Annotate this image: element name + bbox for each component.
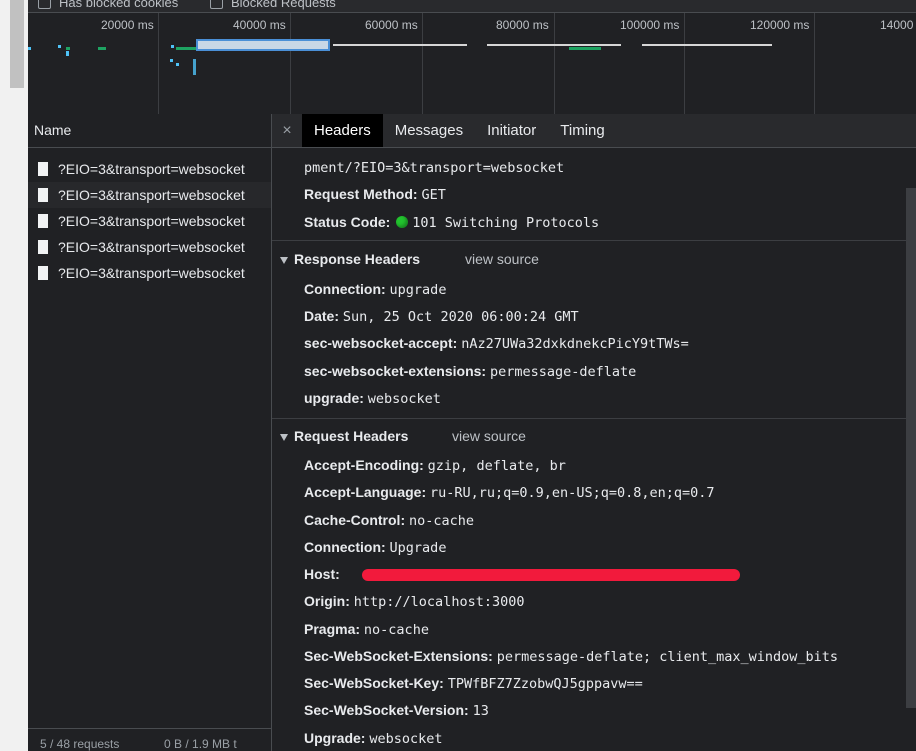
request-header-row: Connection: Upgrade <box>304 539 447 556</box>
response-header-row: upgrade: websocket <box>304 390 441 407</box>
timeline-mark <box>193 59 196 75</box>
tick-label: 120000 ms <box>750 18 810 32</box>
document-icon <box>38 214 48 228</box>
response-header-row: Date: Sun, 25 Oct 2020 06:00:24 GMT <box>304 308 579 325</box>
timeline-selection-bar[interactable] <box>196 39 330 51</box>
timeline-mark <box>28 47 31 50</box>
checkbox-icon <box>210 0 223 9</box>
details-scrollbar[interactable] <box>906 188 916 708</box>
timeline-mark <box>642 44 772 46</box>
request-url-tail: pment/?EIO=3&transport=websocket <box>304 160 565 176</box>
request-view-source-link[interactable]: view source <box>452 428 526 444</box>
tab-messages[interactable]: Messages <box>383 114 475 147</box>
request-header-row: Accept-Language: ru-RU,ru;q=0.9,en-US;q=… <box>304 484 715 501</box>
timeline-mark <box>333 44 467 46</box>
tick-label: 60000 ms <box>365 18 418 32</box>
request-header-row: Sec-WebSocket-Version: 13 <box>304 702 489 719</box>
document-icon <box>38 240 48 254</box>
request-row[interactable]: ?EIO=3&transport=websocket <box>28 208 271 234</box>
tick-label: 40000 ms <box>233 18 286 32</box>
tick-line <box>684 13 685 115</box>
header-value: 101 Switching Protocols <box>412 215 600 231</box>
response-header-row: sec-websocket-extensions: permessage-def… <box>304 363 637 380</box>
timeline-mark <box>569 47 601 50</box>
request-header-row: Host: <box>304 566 340 582</box>
response-header-row: Connection: upgrade <box>304 281 447 298</box>
status-code-row: Status Code: 101 Switching Protocols <box>304 214 599 231</box>
tick-line <box>554 13 555 115</box>
request-name: ?EIO=3&transport=websocket <box>58 239 245 255</box>
status-dot-icon <box>396 216 409 228</box>
tab-initiator[interactable]: Initiator <box>475 114 548 147</box>
triangle-down-icon <box>280 433 288 441</box>
request-row[interactable]: ?EIO=3&transport=websocket <box>28 234 271 260</box>
has-blocked-cookies-checkbox[interactable]: Has blocked cookies <box>38 0 178 10</box>
request-header-row: Sec-WebSocket-Extensions: permessage-def… <box>304 648 839 665</box>
request-header-row: Cache-Control: no-cache <box>304 512 475 529</box>
request-row[interactable]: ?EIO=3&transport=websocket <box>28 156 271 182</box>
document-icon <box>38 162 48 176</box>
request-name: ?EIO=3&transport=websocket <box>58 161 245 177</box>
filter-bar: Has blocked cookies Blocked Requests <box>28 0 916 12</box>
status-request-count: 5 / 48 requests <box>40 737 120 751</box>
response-view-source-link[interactable]: view source <box>465 251 539 267</box>
request-name: ?EIO=3&transport=websocket <box>58 187 245 203</box>
request-name: ?EIO=3&transport=websocket <box>58 265 245 281</box>
details-tabbar: × Headers Messages Initiator Timing <box>272 114 916 148</box>
tick-line <box>814 13 815 115</box>
name-column-header[interactable]: Name <box>28 114 271 148</box>
tick-label: 100000 ms <box>620 18 680 32</box>
network-overview-timeline[interactable]: 20000 ms 40000 ms 60000 ms 80000 ms 1000… <box>28 12 916 116</box>
blocked-requests-checkbox[interactable]: Blocked Requests <box>210 0 336 10</box>
timeline-mark <box>171 45 174 48</box>
document-icon <box>38 188 48 202</box>
page-scrollbar-thumb[interactable] <box>10 0 24 88</box>
triangle-down-icon <box>280 256 288 264</box>
timeline-mark <box>66 47 70 50</box>
checkbox-icon <box>38 0 51 9</box>
request-list-panel: Name ?EIO=3&transport=websocket ?EIO=3&t… <box>28 114 272 751</box>
document-icon <box>38 266 48 280</box>
tick-line <box>158 13 159 115</box>
timeline-mark <box>66 51 69 56</box>
request-headers-toggle[interactable]: Request Headers <box>280 428 408 444</box>
timeline-mark <box>176 47 196 50</box>
timeline-mark <box>487 44 621 46</box>
request-row[interactable]: ?EIO=3&transport=websocket <box>28 182 271 208</box>
response-header-row: sec-websocket-accept: nAz27UWa32dxkdnekc… <box>304 335 689 352</box>
request-name: ?EIO=3&transport=websocket <box>58 213 245 229</box>
tick-line <box>290 13 291 115</box>
tab-timing[interactable]: Timing <box>548 114 616 147</box>
request-header-row: Origin: http://localhost:3000 <box>304 593 525 610</box>
tick-label: 20000 ms <box>101 18 154 32</box>
timeline-mark <box>98 47 106 50</box>
host-redaction-mark <box>362 569 740 581</box>
header-value: GET <box>421 187 446 203</box>
request-header-row: Pragma: no-cache <box>304 621 429 638</box>
timeline-mark <box>58 45 61 48</box>
request-row[interactable]: ?EIO=3&transport=websocket <box>28 260 271 286</box>
request-method-row: Request Method: GET <box>304 186 446 203</box>
request-header-row: Accept-Encoding: gzip, deflate, br <box>304 457 566 474</box>
timeline-mark <box>170 59 173 62</box>
request-header-row: Sec-WebSocket-Key: TPWfBFZ7ZzobwQJ5gppav… <box>304 675 643 692</box>
status-bar: 5 / 48 requests 0 B / 1.9 MB t <box>28 728 271 751</box>
tick-label: 80000 ms <box>496 18 549 32</box>
divider <box>272 418 906 419</box>
timeline-mark <box>176 63 179 66</box>
tick-label: 14000 <box>880 18 914 32</box>
header-key: Request Method: <box>304 186 418 202</box>
page-scrollbar[interactable] <box>0 0 28 751</box>
tab-headers[interactable]: Headers <box>302 114 383 147</box>
tick-line <box>422 13 423 115</box>
response-headers-toggle[interactable]: Response Headers <box>280 251 420 267</box>
status-transfer-size: 0 B / 1.9 MB t <box>164 737 237 751</box>
request-details-panel: × Headers Messages Initiator Timing pmen… <box>272 114 916 751</box>
divider <box>272 240 906 241</box>
request-header-row: Upgrade: websocket <box>304 730 443 747</box>
header-key: Status Code: <box>304 214 391 230</box>
close-icon[interactable]: × <box>272 114 302 147</box>
